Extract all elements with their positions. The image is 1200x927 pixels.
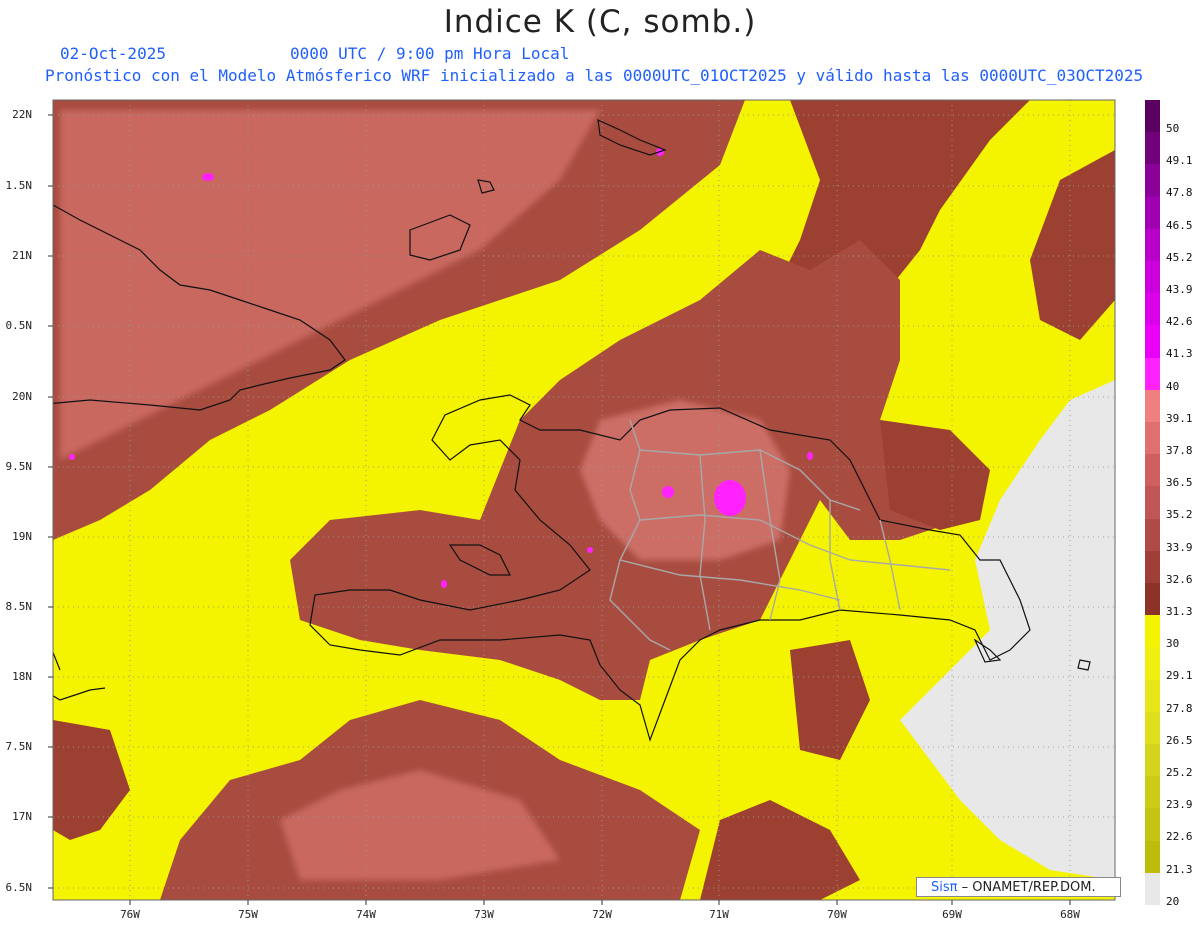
legend-label: 39.1 [1166, 411, 1193, 425]
legend-swatch [1145, 808, 1160, 842]
lon-label: 76W [120, 908, 140, 921]
lon-label: 75W [238, 908, 258, 921]
legend-label: 47.8 [1166, 186, 1193, 200]
legend-label: 43.9 [1166, 283, 1193, 296]
lat-label: 20N [12, 390, 32, 403]
legend-label: 33.9 [1166, 540, 1193, 554]
legend-swatch [1145, 840, 1160, 874]
legend-label: 49.1 [1166, 154, 1193, 168]
lat-label: 17N [12, 810, 32, 823]
legend-label: 45.2 [1166, 250, 1193, 264]
legend-label: 25.2 [1166, 766, 1193, 779]
legend-label: 21.3 [1166, 862, 1193, 876]
legend-swatch [1145, 454, 1160, 487]
legend-label: 26.5 [1166, 733, 1193, 747]
lat-label: 8.5N [5, 600, 33, 613]
legend-swatch [1145, 679, 1160, 713]
lon-label: 73W [474, 908, 494, 921]
lat-label: 6.5N [5, 881, 33, 894]
lat-label: 21N [12, 249, 32, 262]
legend-label: 37.8 [1166, 444, 1193, 457]
brand-label: Sisπ [931, 880, 958, 895]
legend-swatch [1145, 228, 1160, 262]
lon-label: 69W [942, 908, 962, 921]
legend-label: 46.5 [1166, 218, 1193, 232]
legend-label: 23.9 [1166, 798, 1193, 812]
legend-swatch [1145, 389, 1160, 423]
legend-swatch [1145, 872, 1160, 906]
lat-label: 18N [12, 670, 32, 683]
lat-label: 7.5N [5, 740, 33, 753]
legend-swatch [1145, 583, 1160, 616]
legend-swatch [1145, 550, 1160, 584]
legend-swatch [1145, 325, 1160, 359]
legend-swatch [1145, 744, 1160, 777]
lon-label: 74W [356, 908, 376, 921]
legend-swatch [1145, 164, 1160, 198]
legend-label: 22.6 [1166, 830, 1193, 844]
legend-label: 41.3 [1166, 347, 1193, 361]
legend-label: 35.2 [1166, 508, 1193, 522]
lon-label: 71W [709, 908, 729, 921]
legend-swatch [1145, 196, 1160, 230]
legend-swatch [1145, 486, 1160, 520]
k-index-map [48, 99, 1116, 905]
legend-swatch [1145, 100, 1160, 133]
legend-label: 27.8 [1166, 701, 1193, 715]
legend-swatch [1145, 647, 1160, 681]
legend-swatch [1145, 422, 1160, 455]
legend-label: 31.3 [1166, 605, 1193, 618]
legend-swatch [1145, 776, 1160, 809]
legend-label: 40 [1166, 379, 1180, 393]
legend-swatch [1145, 357, 1160, 391]
lon-label: 68W [1060, 908, 1080, 921]
legend-swatch [1145, 615, 1160, 648]
lat-label: 9.5N [5, 460, 33, 473]
lat-label: 0.5N [5, 319, 33, 332]
legend-label: 50 [1166, 122, 1180, 135]
legend-label: 36.5 [1166, 476, 1193, 490]
lon-label: 72W [592, 908, 612, 921]
lon-label: 70W [827, 908, 847, 921]
credit-box: Sisπ – ONAMET/REP.DOM. [916, 877, 1121, 897]
legend-label: 32.6 [1166, 572, 1193, 586]
legend-label: 20 [1166, 894, 1180, 908]
lat-label: 22N [12, 108, 32, 121]
legend-swatch [1145, 711, 1160, 745]
credit-label: – ONAMET/REP.DOM. [961, 880, 1096, 895]
lat-label: 19N [12, 530, 32, 543]
legend-label: 30 [1166, 637, 1180, 651]
legend-swatch [1145, 132, 1160, 165]
legend-label: 29.1 [1166, 669, 1193, 683]
legend-swatch [1145, 518, 1160, 552]
legend-label: 42.6 [1166, 315, 1193, 329]
lat-label: 1.5N [5, 179, 33, 192]
legend-swatch [1145, 293, 1160, 326]
legend-swatch [1145, 261, 1160, 294]
